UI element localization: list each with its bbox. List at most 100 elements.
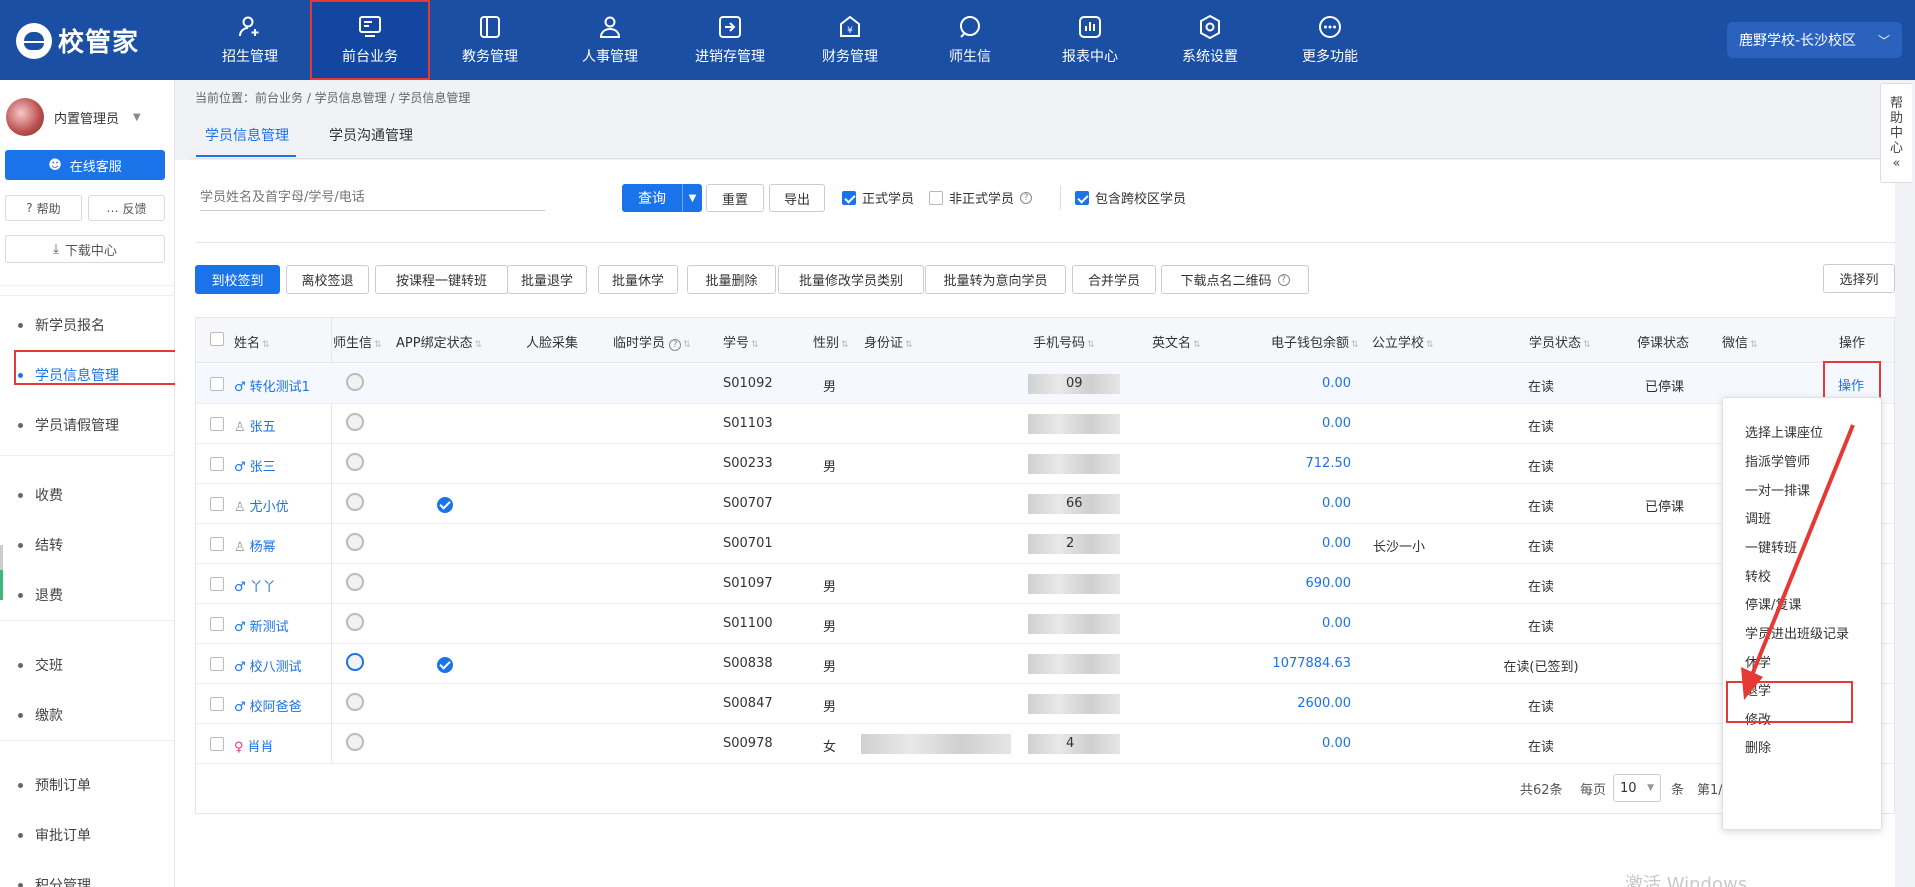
menu-item[interactable]: 选择上课座位 bbox=[1745, 422, 1823, 441]
teacher-msg-icon[interactable] bbox=[346, 693, 364, 711]
nav-item-8[interactable]: 系统设置 bbox=[1150, 0, 1270, 80]
menu-item[interactable]: 一对一排课 bbox=[1745, 480, 1810, 499]
page-size-select[interactable]: 10 ▼ bbox=[1613, 774, 1661, 802]
export-button[interactable]: 导出 bbox=[769, 184, 825, 212]
wallet-balance[interactable]: 690.00 bbox=[1201, 576, 1352, 591]
nav-item-1[interactable]: 前台业务 bbox=[310, 0, 430, 80]
menu-item[interactable]: 调班 bbox=[1745, 508, 1771, 527]
row-checkbox[interactable] bbox=[210, 496, 224, 511]
user-menu[interactable]: 内置管理员 ▼ bbox=[6, 98, 141, 136]
row-checkbox[interactable] bbox=[210, 576, 224, 591]
col-phone[interactable]: 手机号码 ⇅ bbox=[1033, 332, 1095, 351]
col-name[interactable]: 姓名 ⇅ bbox=[234, 332, 270, 351]
sidebar-item[interactable]: 退费 bbox=[18, 585, 63, 605]
help-button[interactable]: ? 帮助 bbox=[5, 195, 82, 221]
menu-item[interactable]: 转校 bbox=[1745, 566, 1771, 585]
table-row[interactable]: ♙ 杨幂 S00701 2 0.00 长沙一小 在读 bbox=[196, 524, 1894, 564]
table-row[interactable]: ♂ 转化测试1 S01092 男 09 0.00 在读 已停课 bbox=[196, 364, 1894, 404]
wallet-balance[interactable]: 2600.00 bbox=[1201, 696, 1351, 711]
formal-student-checkbox[interactable]: 正式学员 bbox=[842, 188, 914, 207]
menu-item[interactable]: 休学 bbox=[1745, 652, 1771, 671]
campus-selector[interactable]: 鹿野学校-长沙校区 ﹀ bbox=[1727, 22, 1902, 58]
teacher-msg-icon[interactable] bbox=[346, 653, 364, 671]
action-button[interactable]: 批量休学 bbox=[598, 265, 678, 294]
table-row[interactable]: ♙ 尤小优 S00707 66 0.00 在读 已停课 bbox=[196, 484, 1894, 524]
menu-item[interactable]: 删除 bbox=[1745, 737, 1771, 756]
select-all-checkbox[interactable] bbox=[210, 331, 224, 346]
student-name-link[interactable]: ♂ 校八测试 bbox=[234, 656, 302, 675]
cross-campus-checkbox[interactable]: 包含跨校区学员 bbox=[1075, 188, 1186, 207]
col-app-bind[interactable]: APP绑定状态 ⇅ bbox=[396, 332, 482, 351]
wallet-balance[interactable]: 0.00 bbox=[1201, 496, 1351, 511]
row-operation-link[interactable]: 操作 bbox=[1838, 375, 1864, 394]
nav-item-4[interactable]: 进销存管理 bbox=[670, 0, 790, 80]
action-button[interactable]: 批量退学 bbox=[507, 265, 587, 294]
wallet-balance[interactable]: 1077884.63 bbox=[1201, 656, 1351, 671]
student-name-link[interactable]: ♂ 新测试 bbox=[234, 616, 289, 635]
col-wechat[interactable]: 微信 ⇅ bbox=[1722, 332, 1758, 351]
sidebar-scroll-thumb[interactable] bbox=[0, 570, 3, 600]
nav-item-3[interactable]: 人事管理 bbox=[550, 0, 670, 80]
sidebar-item[interactable]: 收费 bbox=[18, 485, 63, 505]
row-checkbox[interactable] bbox=[210, 736, 224, 751]
col-wallet[interactable]: 电子钱包余额 ⇅ bbox=[1271, 332, 1359, 351]
wallet-balance[interactable]: 712.50 bbox=[1201, 456, 1352, 471]
teacher-msg-icon[interactable] bbox=[346, 613, 364, 631]
tab-student-communication[interactable]: 学员沟通管理 bbox=[329, 125, 413, 145]
sidebar-item[interactable]: 结转 bbox=[18, 535, 63, 555]
table-row[interactable]: ♂ 新测试 S01100 男 0.00 在读 bbox=[196, 604, 1894, 644]
row-checkbox[interactable] bbox=[210, 416, 224, 431]
col-public-school[interactable]: 公立学校 ⇅ bbox=[1372, 332, 1434, 351]
wallet-balance[interactable]: 0.00 bbox=[1201, 736, 1351, 751]
sidebar-item[interactable]: 新学员报名 bbox=[18, 315, 105, 335]
help-center-tab[interactable]: 帮助中心 « bbox=[1880, 83, 1912, 183]
chevron-down-icon[interactable]: ▼ bbox=[682, 184, 702, 212]
sidebar-item[interactable]: 审批订单 bbox=[18, 825, 91, 845]
nav-item-0[interactable]: 招生管理 bbox=[190, 0, 310, 80]
app-logo[interactable]: 校管家 bbox=[16, 22, 139, 59]
student-name-link[interactable]: ♂ 丫丫 bbox=[234, 576, 276, 595]
menu-item[interactable]: 学员进出班级记录 bbox=[1745, 623, 1849, 642]
teacher-msg-icon[interactable] bbox=[346, 453, 364, 471]
action-button[interactable]: 按课程一键转班 bbox=[375, 265, 508, 294]
informal-student-checkbox[interactable]: 非正式学员 ? bbox=[929, 188, 1033, 207]
row-checkbox[interactable] bbox=[210, 616, 224, 631]
nav-item-9[interactable]: 更多功能 bbox=[1270, 0, 1390, 80]
row-checkbox[interactable] bbox=[210, 536, 224, 551]
action-button[interactable]: 下载点名二维码 ? bbox=[1161, 265, 1309, 294]
action-button[interactable]: 批量修改学员类别 bbox=[778, 265, 924, 294]
reset-button[interactable]: 重置 bbox=[706, 184, 764, 212]
search-input[interactable] bbox=[200, 185, 545, 211]
col-status[interactable]: 学员状态 ⇅ bbox=[1529, 332, 1591, 351]
nav-item-6[interactable]: 师生信 bbox=[910, 0, 1030, 80]
sidebar-item[interactable]: 预制订单 bbox=[18, 775, 91, 795]
download-center-button[interactable]: ⤓ 下载中心 bbox=[5, 235, 165, 263]
menu-item[interactable]: 一键转班 bbox=[1745, 537, 1797, 556]
action-button[interactable]: 批量转为意向学员 bbox=[925, 265, 1066, 294]
teacher-msg-icon[interactable] bbox=[346, 573, 364, 591]
wallet-balance[interactable]: 0.00 bbox=[1201, 616, 1351, 631]
checkbox-checked[interactable] bbox=[1075, 190, 1089, 205]
table-row[interactable]: ♙ 张五 S01103 0.00 在读 bbox=[196, 404, 1894, 444]
row-checkbox[interactable] bbox=[210, 456, 224, 471]
menu-item[interactable]: 停课/复课 bbox=[1745, 594, 1801, 613]
student-name-link[interactable]: ♂ 转化测试1 bbox=[234, 376, 310, 395]
action-button[interactable]: 到校签到 bbox=[195, 265, 280, 294]
sidebar-item[interactable]: 学员请假管理 bbox=[18, 415, 119, 435]
sidebar-item[interactable]: 缴款 bbox=[18, 705, 63, 725]
wallet-balance[interactable]: 0.00 bbox=[1201, 536, 1351, 551]
table-row[interactable]: ♂ 张三 S00233 男 712.50 在读 bbox=[196, 444, 1894, 484]
action-button[interactable]: 合并学员 bbox=[1072, 265, 1156, 294]
question-icon[interactable]: ? bbox=[1277, 273, 1290, 286]
teacher-msg-icon[interactable] bbox=[346, 533, 364, 551]
question-icon[interactable]: ? bbox=[1020, 191, 1033, 204]
row-checkbox[interactable] bbox=[210, 376, 224, 391]
teacher-msg-icon[interactable] bbox=[346, 373, 364, 391]
nav-item-2[interactable]: 教务管理 bbox=[430, 0, 550, 80]
student-name-link[interactable]: ♂ 张三 bbox=[234, 456, 276, 475]
sidebar-item[interactable]: 交班 bbox=[18, 655, 63, 675]
action-button[interactable]: 离校签退 bbox=[286, 265, 369, 294]
teacher-msg-icon[interactable] bbox=[346, 413, 364, 431]
row-checkbox[interactable] bbox=[210, 696, 224, 711]
select-columns-button[interactable]: 选择列 bbox=[1823, 264, 1895, 293]
